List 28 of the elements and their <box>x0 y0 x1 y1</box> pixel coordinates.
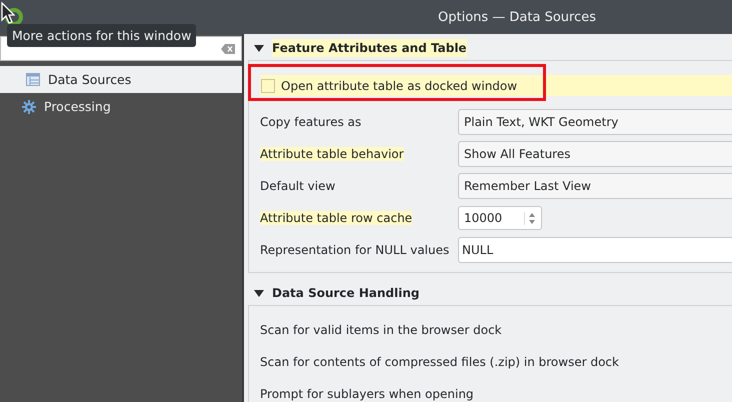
dropdown[interactable]: Plain Text, WKT Geometry <box>458 109 732 135</box>
number-field[interactable]: 10000 <box>458 206 542 230</box>
dropdown[interactable]: Show All Features <box>458 141 732 167</box>
field-label: Default view <box>260 179 336 193</box>
tooltip: More actions for this window <box>7 24 196 47</box>
section-title[interactable]: Data Source Handling <box>272 284 420 302</box>
sidebar-item[interactable]: Processing <box>0 93 242 120</box>
input-field[interactable]: NULL <box>458 237 732 263</box>
field-label: Attribute table behavior <box>260 147 404 161</box>
dropdown[interactable]: Remember Last View <box>458 173 732 199</box>
option-label: Scan for valid items in the browser dock <box>260 323 502 337</box>
field-label: Representation for NULL values <box>260 243 450 257</box>
mouse-pointer-icon <box>1 2 15 24</box>
app-logo-icon[interactable] <box>4 7 24 27</box>
section-title[interactable]: Feature Attributes and Table <box>272 39 467 57</box>
spin-arrows-icon[interactable] <box>524 212 536 224</box>
collapse-arrow-icon[interactable] <box>254 290 264 296</box>
table-icon <box>26 73 40 86</box>
gear-icon <box>22 100 36 114</box>
option-label: Scan for contents of compressed files (.zip) in browser dock <box>260 355 619 369</box>
sidebar-item[interactable]: Data Sources <box>0 66 242 93</box>
checkbox[interactable] <box>261 78 275 92</box>
field-label: Copy features as <box>260 115 362 129</box>
option-label: Prompt for sublayers when opening <box>260 387 474 401</box>
collapse-arrow-icon[interactable] <box>254 44 264 52</box>
field-label: Attribute table row cache <box>260 211 412 225</box>
window-title: Options — Data Sources <box>438 10 596 24</box>
clear-icon[interactable] <box>221 44 235 54</box>
